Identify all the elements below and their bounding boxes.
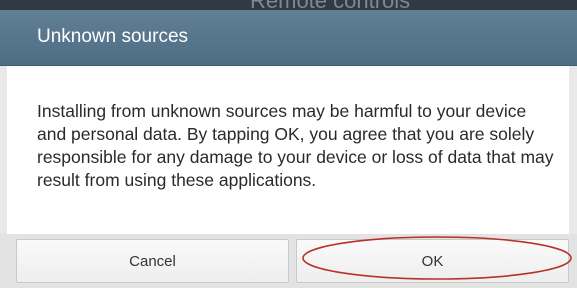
dialog-title: Unknown sources (37, 26, 189, 47)
dialog-header: Unknown sources (0, 10, 577, 66)
dialog-button-bar: Cancel OK (0, 234, 577, 288)
unknown-sources-dialog: Unknown sources Installing from unknown … (0, 10, 577, 288)
cancel-button-label: Cancel (129, 252, 176, 270)
cancel-button[interactable]: Cancel (16, 239, 289, 283)
ok-button[interactable]: OK (296, 239, 569, 283)
dialog-message: Installing from unknown sources may be h… (37, 101, 554, 190)
ok-button-label: OK (421, 252, 444, 270)
dialog-body: Installing from unknown sources may be h… (7, 66, 569, 234)
